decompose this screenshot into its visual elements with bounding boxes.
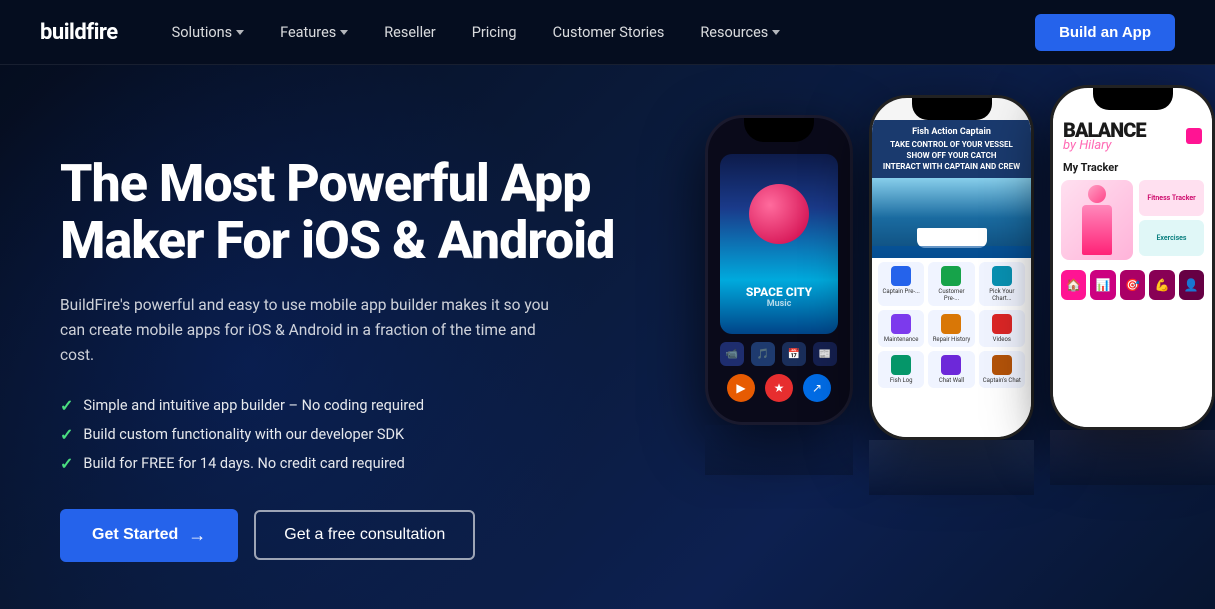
chevron-down-icon	[236, 30, 244, 35]
balance-app-footer: 🏠 📊 🎯 💪 👤	[1053, 264, 1212, 306]
fish-app-grid: Captain Pre-... Customer Pre-... Pick Yo…	[872, 258, 1031, 392]
app-icon: 📅	[782, 342, 806, 366]
phone-1-bottom-bar: ▶ ★ ↗	[727, 374, 831, 402]
hero-phones: SPACE CITY Music 📹 🎵 📅 📰 ▶ ★ ↗	[705, 85, 1215, 609]
phone-1: SPACE CITY Music 📹 🎵 📅 📰 ▶ ★ ↗	[705, 115, 853, 425]
free-consultation-button[interactable]: Get a free consultation	[254, 510, 475, 560]
get-started-button[interactable]: Get Started →	[60, 509, 238, 562]
phone-notch-1	[744, 118, 814, 142]
fitness-tracker-card: Fitness Tracker	[1139, 180, 1204, 216]
footer-icon-5: 👤	[1179, 270, 1204, 300]
hero-section: The Most Powerful App Maker For iOS & An…	[0, 65, 1215, 609]
grid-icon	[891, 266, 911, 286]
phone-2-wrapper: Fish Action Captain TAKE CONTROL OF YOUR…	[869, 85, 1034, 495]
grid-icon	[941, 314, 961, 334]
space-city-background: SPACE CITY Music	[720, 154, 838, 334]
arrow-right-icon: →	[188, 525, 206, 546]
nav-links: Solutions Features Reseller Pricing Cust…	[158, 16, 1035, 49]
footer-icon-2: 📊	[1090, 270, 1115, 300]
fish-app-header: Fish Action Captain TAKE CONTROL OF YOUR…	[872, 120, 1031, 178]
phone-1-reflection	[705, 425, 853, 475]
phone-1-content: SPACE CITY Music 📹 🎵 📅 📰 ▶ ★ ↗	[708, 142, 850, 422]
nav-item-resources[interactable]: Resources	[686, 16, 794, 49]
app-icon: 📰	[813, 342, 837, 366]
checkmark-icon: ✓	[60, 396, 73, 415]
hero-title: The Most Powerful App Maker For iOS & An…	[60, 155, 620, 269]
phone-notch-2	[912, 98, 992, 120]
app-icon: 📹	[720, 342, 744, 366]
fish-app-hero-image	[872, 178, 1031, 258]
hero-features-list: ✓ Simple and intuitive app builder – No …	[60, 396, 620, 473]
grid-icon	[891, 314, 911, 334]
phone-3-reflection	[1050, 430, 1215, 485]
phone-1-app-grid: 📹 🎵 📅 📰	[720, 342, 838, 366]
balance-app-content: BALANCE by Hilary My Tracker	[1053, 110, 1212, 427]
grid-icon	[992, 314, 1012, 334]
grid-icon	[891, 355, 911, 375]
balance-logo-area: BALANCE by Hilary	[1063, 118, 1146, 153]
hero-buttons: Get Started → Get a free consultation	[60, 509, 620, 562]
chevron-down-icon	[340, 30, 348, 35]
phone-3-wrapper: BALANCE by Hilary My Tracker	[1050, 85, 1215, 485]
feature-item-2: ✓ Build custom functionality with our de…	[60, 425, 620, 444]
exercises-card: Exercises	[1139, 220, 1204, 256]
phone-3: BALANCE by Hilary My Tracker	[1050, 85, 1215, 430]
brand-logo[interactable]: buildfire	[40, 20, 118, 45]
bottom-icon: ↗	[803, 374, 831, 402]
tracker-right-grid: Fitness Tracker Exercises	[1139, 180, 1204, 260]
grid-icon	[941, 355, 961, 375]
grid-icon	[992, 266, 1012, 286]
tracker-left-panel	[1061, 180, 1133, 260]
balance-header: BALANCE by Hilary	[1053, 110, 1212, 157]
hero-content: The Most Powerful App Maker For iOS & An…	[60, 125, 620, 562]
planet-icon	[749, 184, 809, 244]
bottom-icon: ▶	[727, 374, 755, 402]
grid-item: Fish Log	[878, 351, 924, 388]
phone-2-reflection	[869, 440, 1034, 495]
phone-notch-3	[1093, 88, 1173, 110]
tracker-content: Fitness Tracker Exercises	[1053, 180, 1212, 260]
feature-item-3: ✓ Build for FREE for 14 days. No credit …	[60, 454, 620, 473]
phone-1-wrapper: SPACE CITY Music 📹 🎵 📅 📰 ▶ ★ ↗	[705, 85, 853, 475]
grid-item: Chat Wall	[928, 351, 974, 388]
hero-subtitle: BuildFire's powerful and easy to use mob…	[60, 293, 550, 367]
nav-item-reseller[interactable]: Reseller	[370, 16, 449, 49]
nav-item-pricing[interactable]: Pricing	[458, 16, 531, 49]
grid-item: Repair History	[928, 310, 974, 347]
footer-icon-3: 🎯	[1120, 270, 1145, 300]
grid-item: Customer Pre-...	[928, 262, 974, 306]
footer-icon-4: 💪	[1149, 270, 1174, 300]
grid-item: Pick Your Chart...	[979, 262, 1025, 306]
phone-2-content: Fish Action Captain TAKE CONTROL OF YOUR…	[872, 120, 1031, 437]
grid-item: Videos	[979, 310, 1025, 347]
bottom-icon: ★	[765, 374, 793, 402]
grid-item: Captain Pre-...	[878, 262, 924, 306]
nav-item-customer-stories[interactable]: Customer Stories	[539, 16, 679, 49]
grid-item: Maintenance	[878, 310, 924, 347]
phone-2: Fish Action Captain TAKE CONTROL OF YOUR…	[869, 95, 1034, 440]
app-icon: 🎵	[751, 342, 775, 366]
grid-icon	[992, 355, 1012, 375]
space-city-label: SPACE CITY Music	[746, 285, 812, 310]
grid-icon	[941, 266, 961, 286]
footer-icon-1: 🏠	[1061, 270, 1086, 300]
chevron-down-icon	[772, 30, 780, 35]
checkmark-icon: ✓	[60, 454, 73, 473]
checkmark-icon: ✓	[60, 425, 73, 444]
navbar: buildfire Solutions Features Reseller Pr…	[0, 0, 1215, 65]
feature-item-1: ✓ Simple and intuitive app builder – No …	[60, 396, 620, 415]
grid-item: Captain's Chat	[979, 351, 1025, 388]
nav-item-solutions[interactable]: Solutions	[158, 16, 258, 49]
balance-menu-icon	[1186, 128, 1202, 144]
my-tracker-label: My Tracker	[1053, 157, 1212, 178]
boat-icon	[917, 228, 987, 248]
build-app-button[interactable]: Build an App	[1035, 14, 1175, 51]
nav-item-features[interactable]: Features	[266, 16, 362, 49]
